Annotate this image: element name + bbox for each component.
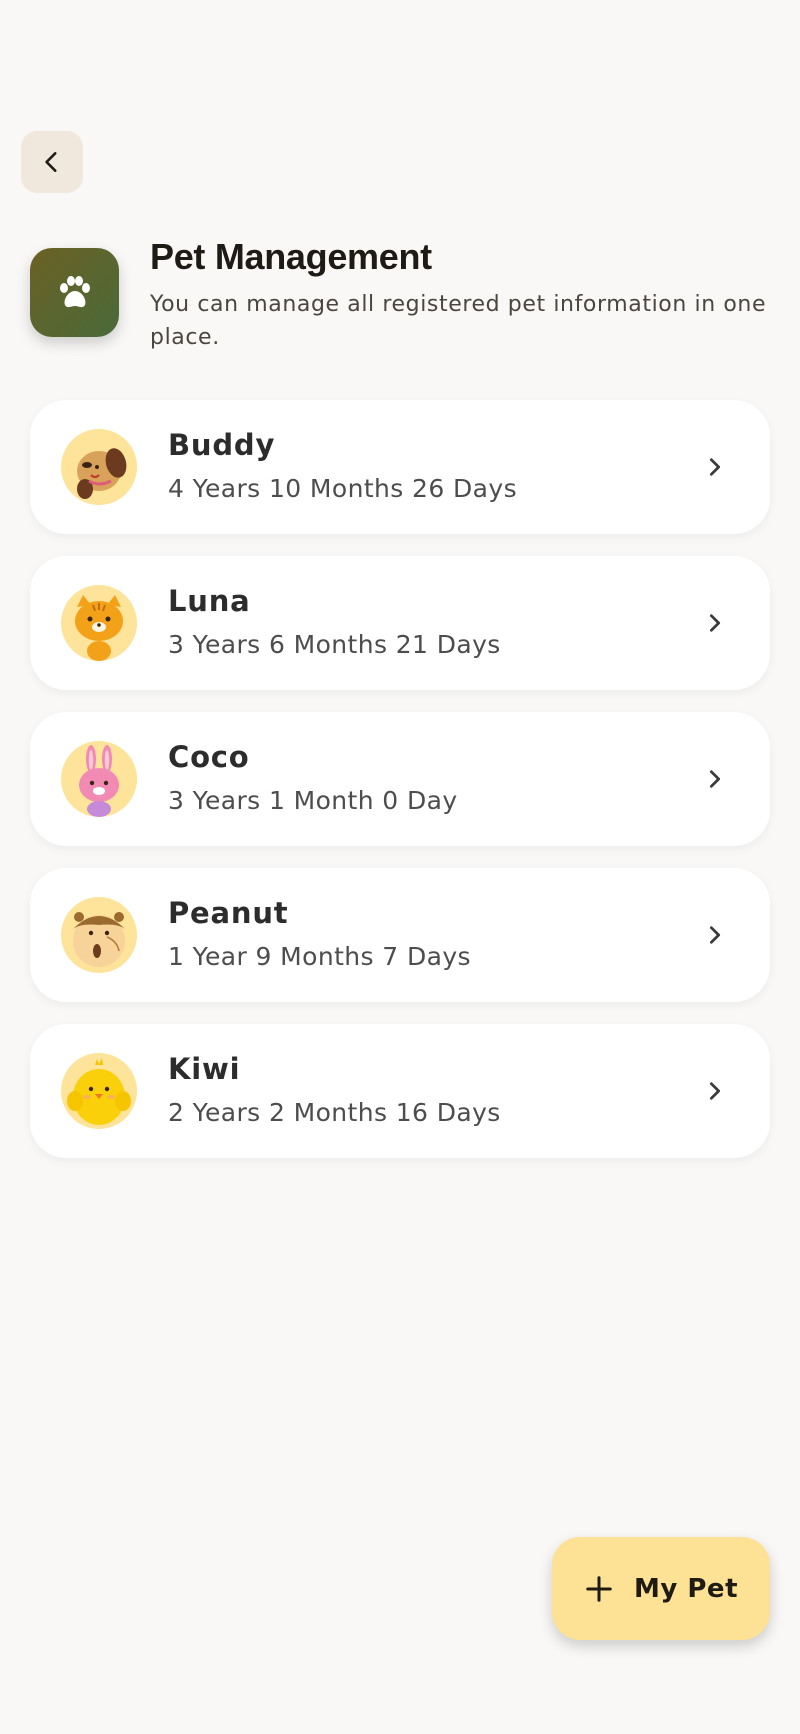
pet-name: Luna — [168, 584, 251, 618]
pet-card-buddy[interactable]: Buddy 4 Years 10 Months 26 Days — [30, 400, 770, 534]
pet-age: 1 Year 9 Months 7 Days — [168, 942, 471, 971]
chevron-right-icon — [700, 1076, 730, 1106]
pet-card-kiwi[interactable]: Kiwi 2 Years 2 Months 16 Days — [30, 1024, 770, 1158]
pet-card-peanut[interactable]: Peanut 1 Year 9 Months 7 Days — [30, 868, 770, 1002]
add-pet-label: My Pet — [634, 1573, 738, 1604]
chevron-right-icon — [700, 452, 730, 482]
pet-age: 2 Years 2 Months 16 Days — [168, 1098, 501, 1127]
pet-name: Buddy — [168, 428, 276, 462]
pet-age: 4 Years 10 Months 26 Days — [168, 474, 517, 503]
pet-age: 3 Years 6 Months 21 Days — [168, 630, 501, 659]
pet-name: Coco — [168, 740, 250, 774]
back-button[interactable] — [21, 131, 83, 193]
chevron-right-icon — [700, 920, 730, 950]
paw-icon — [59, 275, 90, 307]
chick-avatar — [61, 1053, 137, 1129]
plus-icon — [586, 1575, 612, 1602]
chevron-left-icon — [45, 152, 57, 172]
page-title: Pet Management — [150, 236, 432, 277]
app-icon — [30, 248, 119, 337]
pet-card-coco[interactable]: Coco 3 Years 1 Month 0 Day — [30, 712, 770, 846]
chevron-right-icon — [700, 764, 730, 794]
pet-name: Kiwi — [168, 1052, 241, 1086]
pet-management-screen: Pet Management You can manage all regist… — [0, 0, 800, 1734]
cat-avatar — [61, 585, 137, 661]
hamster-avatar — [61, 897, 137, 973]
pet-card-luna[interactable]: Luna 3 Years 6 Months 21 Days — [30, 556, 770, 690]
pet-name: Peanut — [168, 896, 289, 930]
chevron-right-icon — [700, 608, 730, 638]
pet-age: 3 Years 1 Month 0 Day — [168, 786, 458, 815]
rabbit-avatar — [61, 741, 137, 817]
pet-list: Buddy 4 Years 10 Months 26 Days Luna 3 Y… — [30, 400, 770, 1180]
add-pet-button[interactable]: My Pet — [552, 1537, 770, 1640]
dog-avatar — [61, 429, 137, 505]
page-subtitle: You can manage all registered pet inform… — [150, 292, 767, 350]
